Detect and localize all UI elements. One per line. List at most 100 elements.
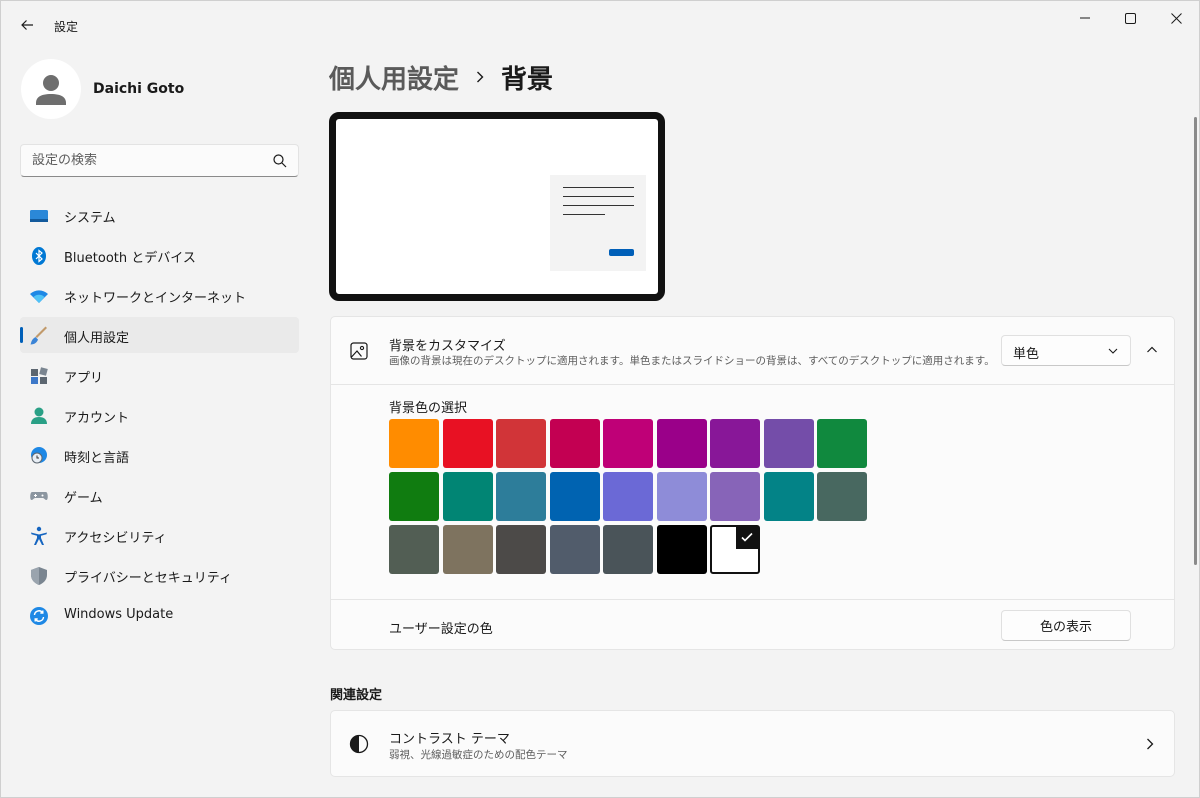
sidebar-item-label: ゲーム xyxy=(64,491,103,506)
sidebar-item-label: アプリ xyxy=(64,371,104,386)
color-swatch[interactable] xyxy=(603,472,653,521)
sidebar-item-personalization[interactable]: 個人用設定 xyxy=(20,317,299,353)
select-value: 単色 xyxy=(1013,347,1040,362)
brush-icon xyxy=(29,326,49,346)
color-picker-label: 背景色の選択 xyxy=(389,401,468,416)
color-swatch[interactable] xyxy=(603,419,653,468)
back-arrow-icon xyxy=(21,20,33,30)
chevron-right-icon xyxy=(1147,738,1154,750)
custom-color-row: ユーザー設定の色 色の表示 xyxy=(331,599,1174,650)
related-settings-heading: 関連設定 xyxy=(330,688,383,703)
preview-line xyxy=(563,196,634,197)
app-title: 設定 xyxy=(54,20,79,34)
background-card-title: 背景をカスタマイズ xyxy=(389,339,506,354)
color-swatch[interactable] xyxy=(817,472,867,521)
title-bar: 設定 xyxy=(1,1,1200,49)
search-icon[interactable] xyxy=(272,153,288,169)
color-swatch[interactable] xyxy=(549,525,600,574)
maximize-button[interactable] xyxy=(1107,1,1153,35)
preview-window xyxy=(550,175,646,271)
background-card-header[interactable]: 背景をカスタマイズ 画像の背景は現在のデスクトップに適用されます。単色またはスラ… xyxy=(331,317,1174,385)
breadcrumb-parent[interactable]: 個人用設定 xyxy=(329,59,459,96)
sidebar-item-label: アカウント xyxy=(64,411,130,426)
scrollbar[interactable] xyxy=(1194,117,1197,565)
color-swatch[interactable] xyxy=(496,419,546,468)
accessibility-icon xyxy=(29,526,49,546)
sidebar-item-apps[interactable]: アプリ xyxy=(20,357,299,393)
sidebar-item-time-language[interactable]: 時刻と言語 xyxy=(20,437,299,473)
background-type-select[interactable]: 単色 xyxy=(1001,335,1131,366)
color-swatch[interactable] xyxy=(710,472,760,521)
close-button[interactable] xyxy=(1153,1,1199,35)
person-icon xyxy=(36,75,66,105)
sidebar-item-network[interactable]: ネットワークとインターネット xyxy=(20,277,299,313)
color-swatch[interactable] xyxy=(656,472,707,521)
update-icon xyxy=(29,606,49,626)
color-swatch[interactable] xyxy=(389,472,439,521)
collapse-button[interactable] xyxy=(1141,339,1163,361)
chevron-right-icon xyxy=(473,70,487,84)
color-swatch[interactable] xyxy=(656,419,707,468)
settings-window: 設定 Daichi Goto システム xyxy=(0,0,1200,798)
close-icon xyxy=(1170,12,1182,24)
contrast-icon xyxy=(349,734,369,754)
color-swatch[interactable] xyxy=(549,419,600,468)
user-profile[interactable]: Daichi Goto xyxy=(21,59,184,119)
link-title: コントラスト テーマ xyxy=(389,732,510,747)
shield-icon xyxy=(29,566,49,586)
minimize-button[interactable] xyxy=(1062,1,1108,35)
sidebar-item-system[interactable]: システム xyxy=(20,197,299,233)
color-swatch[interactable] xyxy=(710,525,760,574)
checkmark-icon xyxy=(741,532,753,542)
sidebar-item-label: 時刻と言語 xyxy=(64,451,130,466)
sidebar-item-label: Bluetooth とデバイス xyxy=(64,251,196,266)
background-card: 背景をカスタマイズ 画像の背景は現在のデスクトップに適用されます。単色またはスラ… xyxy=(330,316,1175,650)
sidebar-item-accessibility[interactable]: アクセシビリティ xyxy=(20,517,299,553)
show-colors-button[interactable]: 色の表示 xyxy=(1001,610,1131,641)
color-swatch[interactable] xyxy=(603,525,653,574)
color-swatch[interactable] xyxy=(389,525,439,574)
sidebar-item-label: 個人用設定 xyxy=(64,331,130,346)
bluetooth-icon xyxy=(29,246,49,266)
search-input[interactable] xyxy=(32,153,262,168)
chevron-up-icon xyxy=(1147,346,1157,353)
color-swatch[interactable] xyxy=(496,472,546,521)
wifi-icon xyxy=(29,286,49,306)
color-swatch[interactable] xyxy=(389,419,439,468)
color-swatch[interactable] xyxy=(442,419,493,468)
account-icon xyxy=(29,406,49,426)
background-preview xyxy=(329,112,665,301)
background-card-description: 画像の背景は現在のデスクトップに適用されます。単色またはスライドショーの背景は、… xyxy=(389,355,995,367)
gamepad-icon xyxy=(29,486,49,506)
sidebar-item-accounts[interactable]: アカウント xyxy=(20,397,299,433)
color-swatch[interactable] xyxy=(549,472,600,521)
sidebar-item-bluetooth[interactable]: Bluetooth とデバイス xyxy=(20,237,299,273)
color-swatch[interactable] xyxy=(656,525,707,574)
sidebar-item-privacy[interactable]: プライバシーとセキュリティ xyxy=(20,557,299,593)
page-title: 背景 xyxy=(501,64,554,95)
sidebar-item-windows-update[interactable]: Windows Update xyxy=(20,597,299,633)
breadcrumb: 個人用設定 背景 xyxy=(329,57,553,97)
user-name: Daichi Goto xyxy=(93,81,185,97)
color-swatch[interactable] xyxy=(817,419,867,468)
sidebar-item-label: アクセシビリティ xyxy=(64,531,167,546)
preview-button xyxy=(609,249,634,256)
color-swatch[interactable] xyxy=(496,525,546,574)
avatar xyxy=(21,59,81,119)
color-swatch[interactable] xyxy=(763,472,814,521)
color-swatch[interactable] xyxy=(710,419,760,468)
sidebar-item-label: Windows Update xyxy=(64,607,174,622)
custom-color-label: ユーザー設定の色 xyxy=(389,622,493,637)
chevron-down-icon xyxy=(1108,348,1118,354)
color-swatch-grid xyxy=(389,419,867,574)
color-swatch[interactable] xyxy=(442,472,493,521)
preview-line xyxy=(563,214,605,215)
back-button[interactable] xyxy=(15,13,39,37)
maximize-icon xyxy=(1124,12,1136,24)
link-description: 弱視、光線過敏症のための配色テーマ xyxy=(389,749,568,761)
color-swatch[interactable] xyxy=(763,419,814,468)
preview-line xyxy=(563,187,634,188)
sidebar-item-gaming[interactable]: ゲーム xyxy=(20,477,299,513)
color-swatch[interactable] xyxy=(442,525,493,574)
contrast-themes-link[interactable]: コントラスト テーマ 弱視、光線過敏症のための配色テーマ xyxy=(330,710,1175,777)
